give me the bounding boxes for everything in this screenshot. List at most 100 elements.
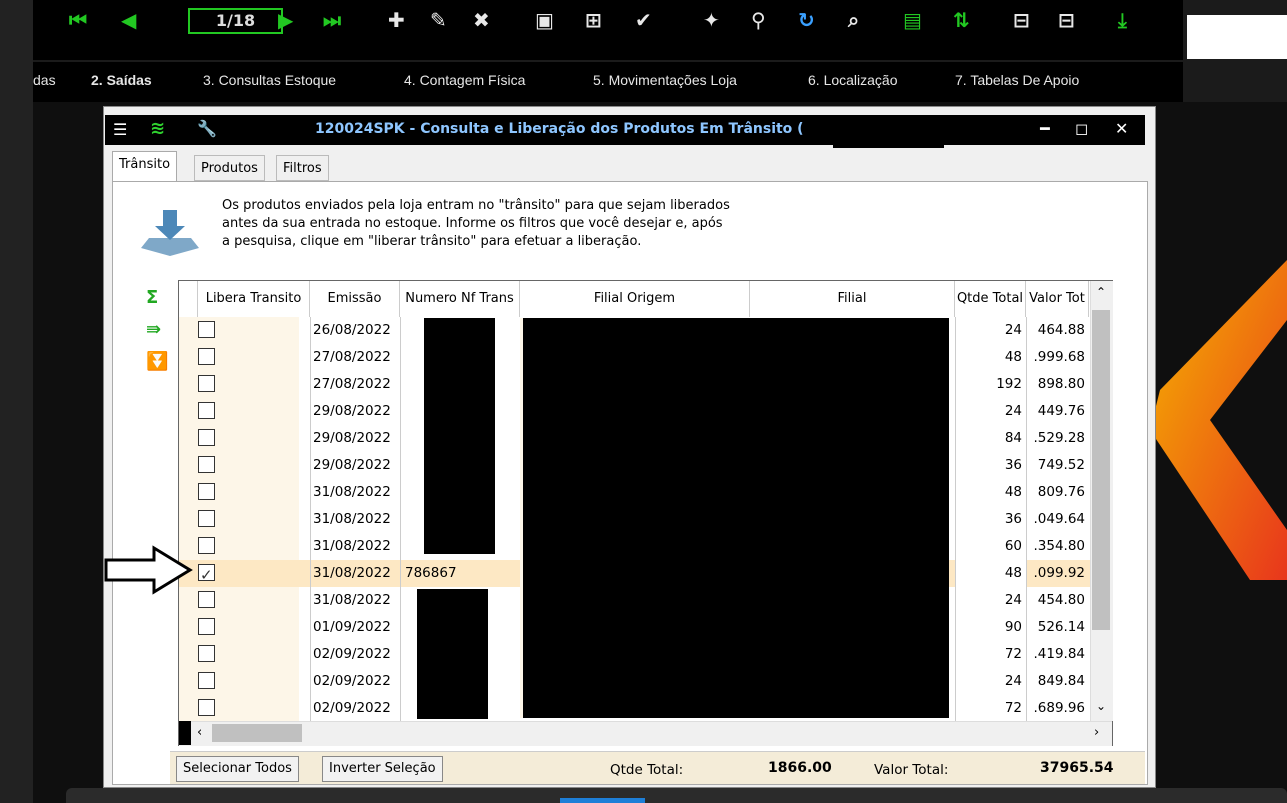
menu-item-partial[interactable]: das xyxy=(33,72,56,88)
libera-cell[interactable] xyxy=(179,344,299,371)
horizontal-scrollbar[interactable]: ‹ › xyxy=(179,721,1112,746)
libera-cell[interactable] xyxy=(179,695,299,722)
col-header-nf[interactable]: Numero Nf Trans xyxy=(400,281,520,317)
horizontal-scroll-thumb[interactable] xyxy=(212,724,302,742)
vertical-scroll-thumb[interactable] xyxy=(1092,310,1110,630)
emissao-cell: 31/08/2022 xyxy=(310,506,400,533)
add-icon[interactable]: ✚ xyxy=(388,10,405,30)
download-icon[interactable]: ⤓ xyxy=(1118,10,1127,30)
libera-cell[interactable] xyxy=(179,398,299,425)
prev-icon[interactable]: ◀ xyxy=(121,10,136,30)
edit-icon[interactable]: ✎ xyxy=(430,10,447,30)
close-icon[interactable]: ✕ xyxy=(1115,119,1128,138)
search-icon[interactable]: ⚲ xyxy=(751,10,766,30)
libera-cell[interactable] xyxy=(179,668,299,695)
libera-cell[interactable] xyxy=(179,614,299,641)
libera-cell[interactable] xyxy=(179,479,299,506)
libera-cell[interactable] xyxy=(179,533,299,560)
tab-transito[interactable]: Trânsito xyxy=(112,151,178,182)
stack-icon[interactable]: ≋ xyxy=(150,118,165,139)
expand-down-icon[interactable]: ⏬ xyxy=(146,351,168,372)
scroll-up-icon[interactable]: ⌃ xyxy=(1096,285,1106,299)
valor-cell: .099.92 xyxy=(1026,560,1089,587)
dialog-titlebar[interactable]: ☰ ≋ 🔧 120024SPK - Consulta e Liberação d… xyxy=(105,115,1145,148)
left-edge xyxy=(0,0,33,803)
tab-filtros[interactable]: Filtros xyxy=(276,155,329,181)
emissao-cell: 26/08/2022 xyxy=(310,317,400,344)
emissao-cell: 31/08/2022 xyxy=(310,533,400,560)
taskbar-active-indicator[interactable] xyxy=(560,798,645,803)
libera-checkbox[interactable] xyxy=(198,537,215,554)
scroll-left-icon[interactable]: ‹ xyxy=(197,725,202,740)
tab-produtos[interactable]: Produtos xyxy=(194,155,265,181)
col-header-origem[interactable]: Filial Origem xyxy=(520,281,750,317)
delete-icon[interactable]: ✖ xyxy=(473,10,490,30)
valor-cell: 464.88 xyxy=(1026,317,1089,344)
next-icon[interactable]: ▶ xyxy=(278,10,293,30)
menu-item-contagem[interactable]: 4. Contagem Física xyxy=(404,72,525,88)
first-icon[interactable]: ⏮ xyxy=(69,10,87,30)
taskbar xyxy=(66,788,1287,803)
libera-cell[interactable] xyxy=(179,641,299,668)
col-header-valor[interactable]: Valor Tot xyxy=(1026,281,1089,317)
scroll-right-icon[interactable]: › xyxy=(1094,725,1099,740)
libera-cell[interactable] xyxy=(179,560,299,587)
insert-icon[interactable]: ⊟ xyxy=(1013,10,1030,30)
tools-icon[interactable]: ✦ xyxy=(703,10,720,30)
libera-cell[interactable] xyxy=(179,452,299,479)
scroll-corner xyxy=(179,721,191,745)
menu-item-localizacao[interactable]: 6. Localização xyxy=(808,72,898,88)
libera-checkbox[interactable] xyxy=(198,645,215,662)
libera-checkbox[interactable] xyxy=(198,591,215,608)
libera-cell[interactable] xyxy=(179,506,299,533)
print-icon[interactable]: ▤ xyxy=(903,10,922,30)
maximize-icon[interactable]: ◻ xyxy=(1075,119,1088,138)
transit-dialog: ☰ ≋ 🔧 120024SPK - Consulta e Liberação d… xyxy=(103,106,1156,788)
libera-checkbox[interactable] xyxy=(198,618,215,635)
add-row-icon[interactable]: ⊞ xyxy=(585,10,602,30)
libera-checkbox[interactable] xyxy=(198,321,215,338)
libera-checkbox[interactable] xyxy=(198,375,215,392)
libera-cell[interactable] xyxy=(179,317,299,344)
libera-cell[interactable] xyxy=(179,371,299,398)
export-icon[interactable]: ⇛ xyxy=(146,319,161,340)
col-header-libera[interactable]: Libera Transito xyxy=(198,281,310,317)
refresh-icon[interactable]: ↻ xyxy=(798,10,815,30)
menu-item-movimentacoes[interactable]: 5. Movimentações Loja xyxy=(593,72,737,88)
libera-cell[interactable] xyxy=(179,587,299,614)
libera-cell[interactable] xyxy=(179,425,299,452)
valor-cell: 849.84 xyxy=(1026,668,1089,695)
confirm-icon[interactable]: ✔ xyxy=(635,10,652,30)
libera-checkbox[interactable] xyxy=(198,348,215,365)
valor-cell: 898.80 xyxy=(1026,371,1089,398)
wrench-icon[interactable]: 🔧 xyxy=(197,119,217,138)
remove-icon[interactable]: ⊟ xyxy=(1058,10,1075,30)
menu-item-tabelas[interactable]: 7. Tabelas De Apoio xyxy=(955,72,1079,88)
menu-icon[interactable]: ☰ xyxy=(113,120,127,139)
emissao-cell: 02/09/2022 xyxy=(310,695,400,722)
libera-checkbox[interactable] xyxy=(198,429,215,446)
select-all-button[interactable]: Selecionar Todos xyxy=(176,756,299,782)
minimize-icon[interactable]: ━ xyxy=(1040,119,1050,138)
col-header-filial[interactable]: Filial xyxy=(750,281,955,317)
sort-icon[interactable]: ⇅ xyxy=(953,10,970,30)
sum-icon[interactable]: Σ xyxy=(146,287,158,308)
libera-checkbox[interactable] xyxy=(198,402,215,419)
save-icon[interactable]: ▣ xyxy=(535,10,554,30)
libera-checkbox[interactable] xyxy=(198,483,215,500)
qtde-cell: 24 xyxy=(955,398,1026,425)
libera-checkbox[interactable] xyxy=(198,456,215,473)
libera-checkbox[interactable] xyxy=(198,699,215,716)
libera-checkbox[interactable] xyxy=(198,562,215,587)
zoom-icon[interactable]: ⌕ xyxy=(848,10,859,30)
col-header-qtde[interactable]: Qtde Total xyxy=(955,281,1026,317)
libera-checkbox[interactable] xyxy=(198,510,215,527)
invert-selection-button[interactable]: Inverter Seleção xyxy=(322,756,443,782)
scroll-down-icon[interactable]: ⌄ xyxy=(1096,699,1106,713)
libera-checkbox[interactable] xyxy=(198,672,215,689)
menu-item-saidas[interactable]: 2. Saídas xyxy=(91,72,152,88)
last-icon[interactable]: ⏭ xyxy=(323,10,341,30)
col-header-emissao[interactable]: Emissão xyxy=(310,281,400,317)
menu-item-consultas[interactable]: 3. Consultas Estoque xyxy=(203,72,336,88)
valor-cell: .529.28 xyxy=(1026,425,1089,452)
